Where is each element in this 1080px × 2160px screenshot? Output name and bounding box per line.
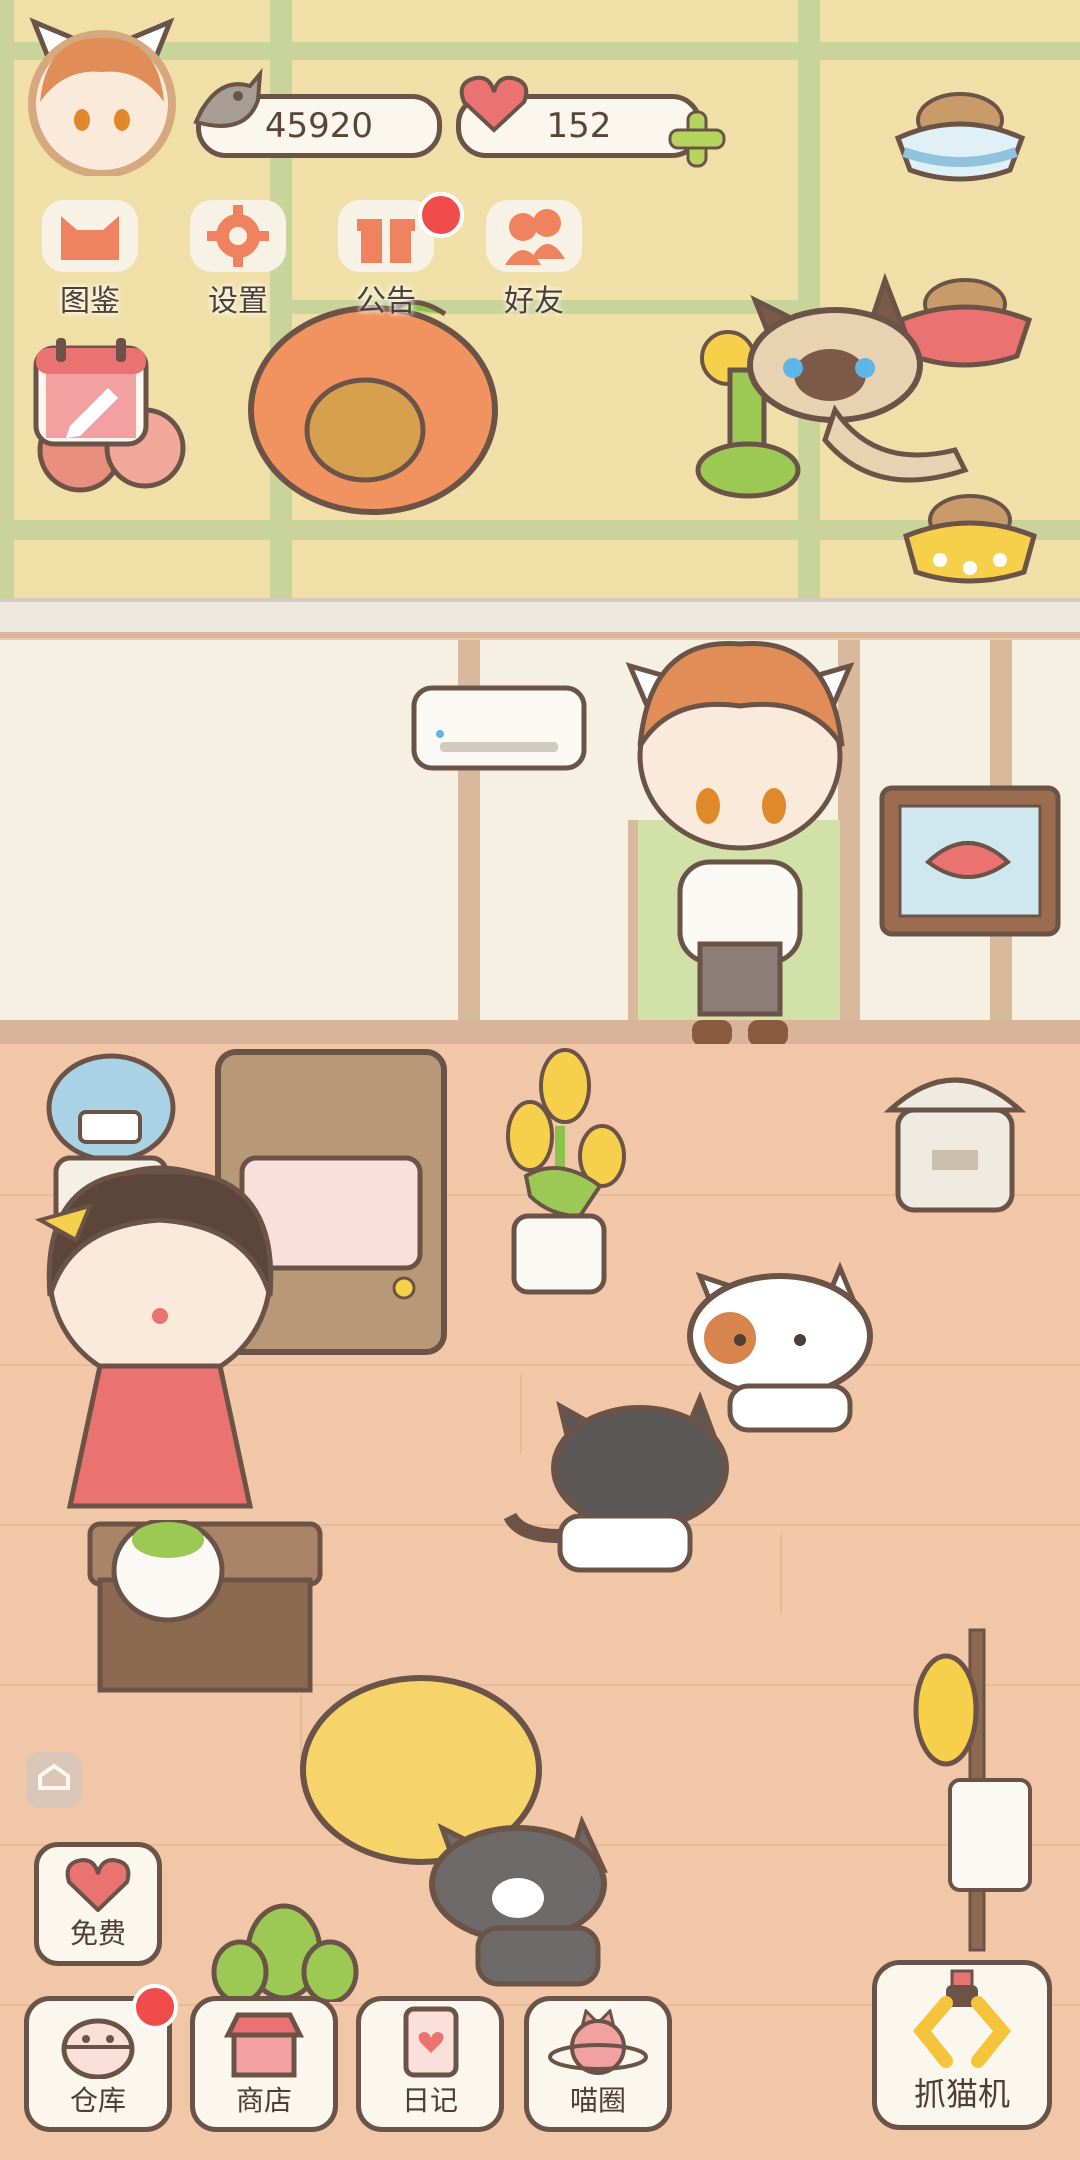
calendar-pencil-icon <box>33 338 149 447</box>
collapse-button[interactable] <box>26 1752 82 1808</box>
tulip-plant[interactable] <box>490 1046 640 1296</box>
home-outline-icon <box>38 1763 70 1790</box>
trash-bin[interactable] <box>880 1050 1030 1220</box>
menu-settings[interactable]: 设置 <box>178 200 298 320</box>
cat-head-icon <box>61 216 119 260</box>
claw-machine-button[interactable]: 抓猫机 <box>872 1960 1052 2130</box>
heart-icon <box>459 75 529 133</box>
menu-label-announcement: 公告 <box>356 284 416 319</box>
coat-rack[interactable] <box>900 1620 1050 1960</box>
claw-icon <box>912 1969 1012 2068</box>
dock-diary[interactable]: 日记 <box>356 1996 504 2132</box>
dock-cat-circle[interactable]: 喵圈 <box>524 1996 672 2132</box>
grey-cat[interactable] <box>418 1808 648 1988</box>
dock-shop[interactable]: 商店 <box>190 1996 338 2132</box>
storage-icon <box>61 2018 135 2079</box>
menu-catalog[interactable]: 图鉴 <box>30 200 150 320</box>
fish-picture-frame[interactable] <box>878 784 1062 940</box>
dock-label-storage: 仓库 <box>69 2084 126 2117</box>
gift-icon <box>357 219 415 263</box>
announcement-badge <box>418 192 464 238</box>
add-hearts-button[interactable] <box>666 108 728 170</box>
black-cat[interactable] <box>500 1386 740 1576</box>
menu-label-settings: 设置 <box>208 284 268 319</box>
dock-label-diary: 日记 <box>401 2084 458 2117</box>
free-label: 免费 <box>69 1917 126 1950</box>
fish-icon <box>193 67 263 128</box>
girl-character[interactable] <box>10 1156 310 1516</box>
potted-plant[interactable] <box>210 1902 360 2002</box>
heart-icon <box>65 1857 131 1912</box>
wall-baseboard <box>0 1020 1080 1044</box>
storage-badge <box>132 1984 178 2030</box>
calendar-button[interactable] <box>32 336 150 448</box>
boy-cat-ear-avatar-icon <box>28 17 176 178</box>
siamese-cat[interactable] <box>725 270 985 500</box>
fish-count: 45920 <box>264 106 374 146</box>
dock-label-claw: 抓猫机 <box>913 2075 1010 2113</box>
shop-icon <box>224 2012 304 2078</box>
food-bowl-yellow[interactable] <box>900 490 1040 600</box>
friends-icon <box>505 209 565 265</box>
free-hearts-button[interactable]: 免费 <box>34 1842 162 1966</box>
cat-planet-icon <box>548 2009 648 2075</box>
orange-cat-house[interactable] <box>245 290 505 520</box>
food-bowl-blue[interactable] <box>890 80 1030 190</box>
gear-icon <box>207 205 269 267</box>
menu-label-catalog: 图鉴 <box>60 284 120 319</box>
dock-label-cat-circle: 喵圈 <box>569 2084 626 2117</box>
air-conditioner[interactable] <box>410 684 590 776</box>
player-avatar[interactable] <box>20 12 184 178</box>
room-divider <box>0 598 1080 638</box>
heart-count: 152 <box>546 106 612 146</box>
plus-icon <box>668 110 726 168</box>
boy-character[interactable] <box>610 626 870 1056</box>
diary-icon <box>403 2006 459 2078</box>
side-table[interactable] <box>86 1520 326 1710</box>
menu-label-friends: 好友 <box>504 284 564 319</box>
menu-friends[interactable]: 好友 <box>474 200 594 320</box>
dock-label-shop: 商店 <box>235 2084 292 2117</box>
